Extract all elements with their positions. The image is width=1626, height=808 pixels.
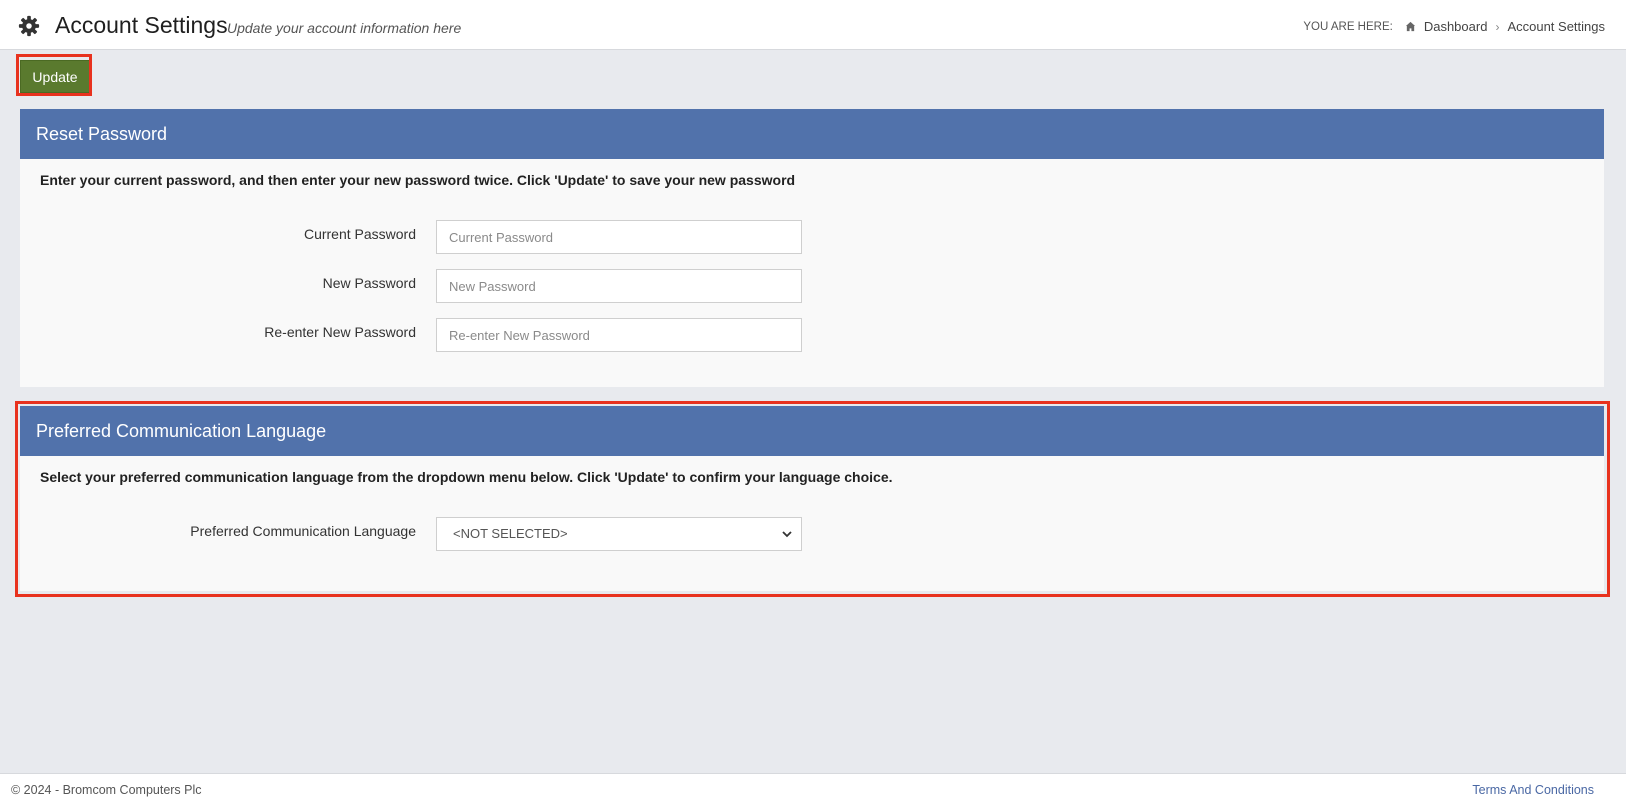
page-header: Account Settings Update your account inf…: [0, 3, 1626, 50]
reset-password-panel: Reset Password Enter your current passwo…: [20, 109, 1604, 387]
page-footer: © 2024 - Bromcom Computers Plc Terms And…: [0, 773, 1626, 808]
update-button[interactable]: Update: [20, 60, 90, 93]
breadcrumb-label: YOU ARE HERE:: [1303, 20, 1393, 33]
terms-link[interactable]: Terms And Conditions: [1472, 783, 1594, 797]
chevron-right-icon: ›: [1495, 19, 1500, 34]
language-row: Preferred Communication Language <NOT SE…: [20, 517, 1604, 551]
current-password-row: Current Password: [20, 220, 1604, 254]
page-subtitle: Update your account information here: [227, 20, 462, 36]
gear-icon: [18, 15, 40, 37]
language-select[interactable]: <NOT SELECTED>: [436, 517, 802, 551]
language-panel: Preferred Communication Language Select …: [20, 406, 1604, 591]
language-panel-description: Select your preferred communication lang…: [40, 469, 893, 485]
breadcrumb-item-dashboard[interactable]: Dashboard: [1424, 19, 1488, 34]
reenter-password-input[interactable]: [436, 318, 802, 352]
reenter-password-row: Re-enter New Password: [20, 318, 1604, 352]
language-label: Preferred Communication Language: [190, 523, 416, 539]
copyright-text: © 2024 - Bromcom Computers Plc: [11, 783, 202, 797]
reenter-password-label: Re-enter New Password: [264, 324, 416, 340]
reset-password-description: Enter your current password, and then en…: [40, 172, 796, 188]
breadcrumb-item-account-settings: Account Settings: [1507, 19, 1605, 34]
language-select-value: <NOT SELECTED>: [453, 526, 568, 541]
page-title: Account Settings: [55, 12, 228, 38]
new-password-input[interactable]: [436, 269, 802, 303]
chevron-down-icon: [782, 531, 792, 538]
current-password-input[interactable]: [436, 220, 802, 254]
breadcrumb: YOU ARE HERE: Dashboard › Account Settin…: [1303, 19, 1605, 34]
new-password-row: New Password: [20, 269, 1604, 303]
language-panel-title: Preferred Communication Language: [20, 406, 1604, 456]
reset-password-title: Reset Password: [20, 109, 1604, 159]
current-password-label: Current Password: [303, 226, 416, 242]
home-icon: [1405, 21, 1415, 32]
new-password-label: New Password: [322, 275, 416, 291]
